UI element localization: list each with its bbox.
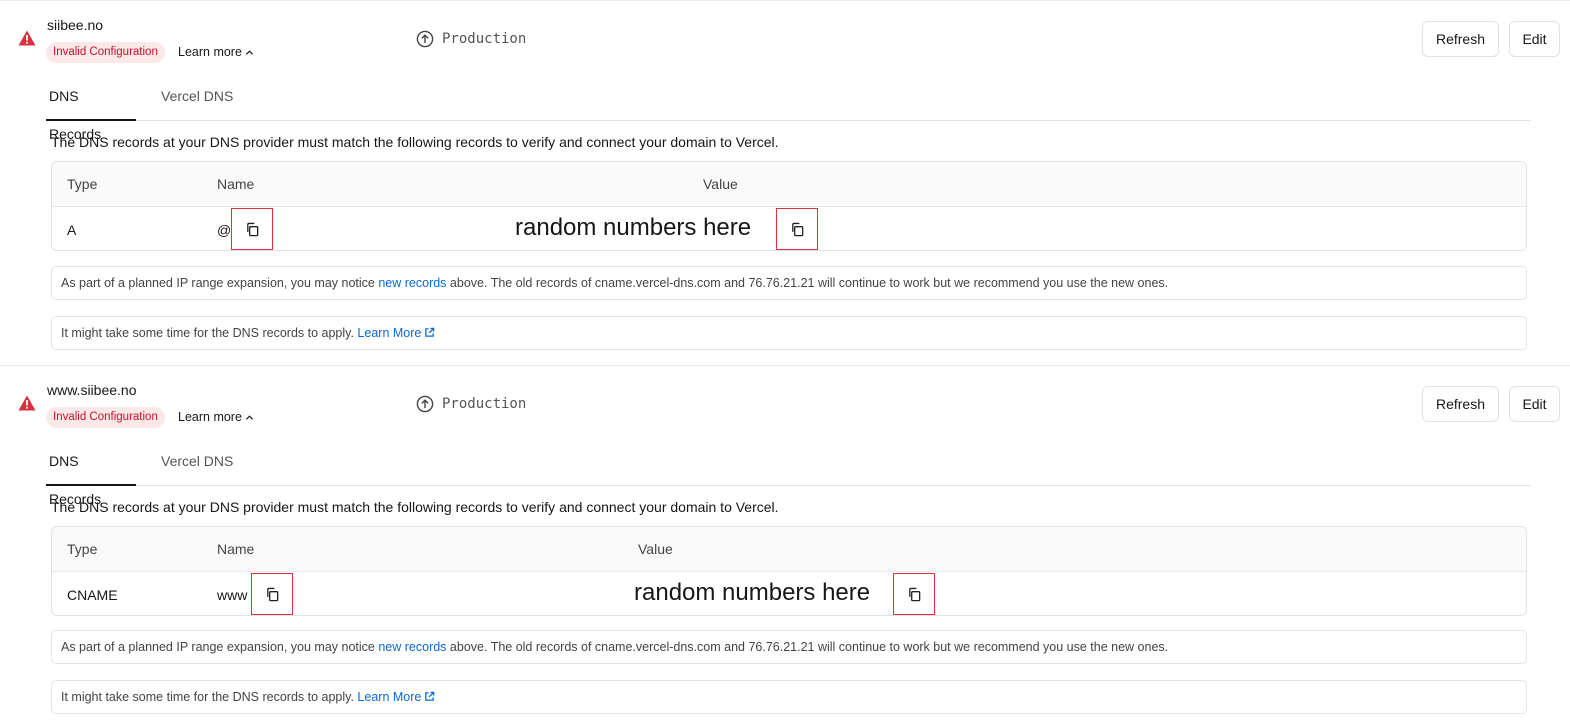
refresh-button[interactable]: Refresh [1422,21,1499,57]
status-badge: Invalid Configuration [46,407,165,428]
domain-name[interactable]: www.siibee.no [47,382,137,398]
copy-icon [908,587,920,601]
ip-expansion-note: As part of a planned IP range expansion,… [51,266,1527,300]
environment-label: Production [442,31,527,47]
external-link-icon[interactable] [424,327,435,338]
new-records-link[interactable]: new records [378,276,446,290]
copy-icon [246,222,258,236]
dns-tabs: DNS Records Vercel DNS [46,442,1531,507]
note-text: It might take some time for the DNS reco… [61,690,358,704]
column-header-type: Type [67,541,98,557]
column-header-type: Type [67,176,98,192]
propagation-note: It might take some time for the DNS reco… [51,316,1527,350]
note-text: As part of a planned IP range expansion,… [61,640,379,654]
table-header: Type Name Value [52,527,1526,572]
refresh-button[interactable]: Refresh [1422,386,1499,422]
column-header-value: Value [638,541,673,557]
record-name[interactable]: @ [217,222,231,238]
chevron-up-icon [245,414,254,420]
tab-vercel-dns[interactable]: Vercel DNS [158,77,236,121]
tab-vercel-dns[interactable]: Vercel DNS [158,442,236,486]
copy-value-button[interactable] [776,208,818,250]
dns-records-table: Type Name Value A @ random numbers here [51,161,1527,251]
learn-more-link[interactable]: Learn More [357,326,421,340]
learn-more-toggle[interactable]: Learn more [178,410,254,424]
column-header-value: Value [703,176,738,192]
learn-more-toggle[interactable]: Learn more [178,45,254,59]
table-header: Type Name Value [52,162,1526,207]
warning-icon [18,30,36,46]
domain-name[interactable]: siibee.no [47,17,103,33]
dns-records-table: Type Name Value CNAME www random numbers… [51,526,1527,616]
arrow-up-circle-icon [416,395,434,413]
record-name[interactable]: www [217,587,247,603]
dns-description: The DNS records at your DNS provider mus… [51,134,779,150]
learn-more-label: Learn more [178,45,242,59]
record-type[interactable]: CNAME [67,587,118,603]
column-header-name: Name [217,176,255,192]
status-badge: Invalid Configuration [46,42,165,63]
note-text: It might take some time for the DNS reco… [61,326,358,340]
note-text: above. The old records of cname.vercel-d… [446,640,1169,654]
environment-indicator: Production [416,30,526,48]
domain-card-siibee: siibee.no Invalid Configuration Learn mo… [0,0,1570,366]
copy-icon [266,587,278,601]
note-text: above. The old records of cname.vercel-d… [446,276,1169,290]
chevron-up-icon [245,49,254,55]
edit-button[interactable]: Edit [1509,21,1560,57]
copy-icon [791,222,803,236]
record-value[interactable]: random numbers here [634,579,870,607]
learn-more-label: Learn more [178,410,242,424]
record-value[interactable]: random numbers here [515,214,751,242]
dns-description: The DNS records at your DNS provider mus… [51,499,779,515]
copy-name-button[interactable] [231,208,273,250]
new-records-link[interactable]: new records [378,640,446,654]
propagation-note: It might take some time for the DNS reco… [51,680,1527,714]
copy-value-button[interactable] [893,573,935,615]
environment-indicator: Production [416,395,526,413]
copy-name-button[interactable] [251,573,293,615]
external-link-icon[interactable] [424,691,435,702]
learn-more-link[interactable]: Learn More [357,690,421,704]
domain-card-www-siibee: www.siibee.no Invalid Configuration Lear… [0,365,1570,721]
ip-expansion-note: As part of a planned IP range expansion,… [51,630,1527,664]
dns-tabs: DNS Records Vercel DNS [46,77,1531,142]
edit-button[interactable]: Edit [1509,386,1560,422]
record-type[interactable]: A [67,222,76,238]
environment-label: Production [442,396,527,412]
note-text: As part of a planned IP range expansion,… [61,276,379,290]
tab-dns-records[interactable]: DNS Records [46,77,136,142]
column-header-name: Name [217,541,255,557]
warning-icon [18,395,36,411]
arrow-up-circle-icon [416,30,434,48]
tab-dns-records[interactable]: DNS Records [46,442,136,507]
